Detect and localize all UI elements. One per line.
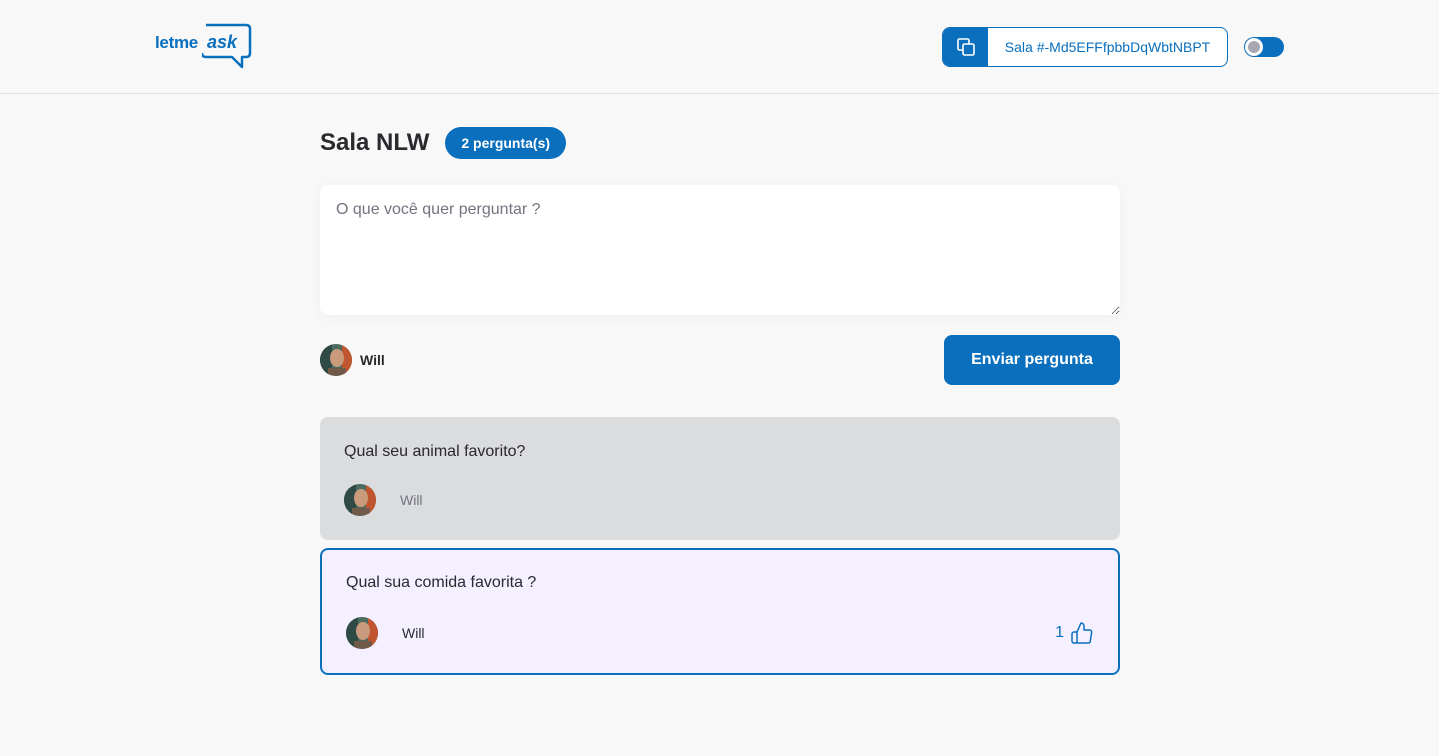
user-name: Will: [360, 352, 385, 368]
page-title: Sala NLW: [320, 129, 430, 156]
avatar: [344, 484, 376, 516]
room-code-button[interactable]: Sala #-Md5EFFfpbbDqWbtNBPT: [942, 27, 1228, 67]
like-icon[interactable]: [1070, 621, 1094, 645]
avatar: [320, 344, 352, 376]
send-question-button[interactable]: Enviar pergunta: [944, 335, 1120, 385]
question-card: Qual seu animal favorito? Will: [320, 417, 1120, 540]
theme-toggle[interactable]: [1244, 37, 1284, 57]
toggle-knob: [1245, 38, 1263, 56]
header: letme ask Sala #-Md5EFFfpbbDqWbtNBPT: [0, 0, 1439, 94]
user-info: Will: [320, 344, 385, 376]
question-footer: Will: [344, 484, 423, 516]
avatar: [346, 617, 378, 649]
copy-icon[interactable]: [943, 28, 988, 66]
logo-text-ask: ask: [207, 32, 238, 52]
question-text: Qual sua comida favorita ?: [346, 574, 537, 591]
like-count: 1: [1055, 624, 1064, 641]
title-row: Sala NLW 2 pergunta(s): [320, 127, 567, 159]
question-footer: Will: [346, 617, 425, 649]
question-input[interactable]: [320, 185, 1120, 315]
like-button[interactable]: 1: [1055, 621, 1094, 645]
question-author: Will: [400, 492, 423, 508]
question-text: Qual seu animal favorito?: [344, 443, 526, 460]
logo-text-letme: letme: [155, 33, 198, 52]
room-code-text: Sala #-Md5EFFfpbbDqWbtNBPT: [1004, 39, 1211, 55]
question-card: Qual sua comida favorita ? Will 1: [320, 548, 1120, 675]
question-count-badge: 2 pergunta(s): [445, 127, 567, 159]
question-author: Will: [402, 625, 425, 641]
letmeask-logo[interactable]: letme ask: [155, 23, 252, 69]
